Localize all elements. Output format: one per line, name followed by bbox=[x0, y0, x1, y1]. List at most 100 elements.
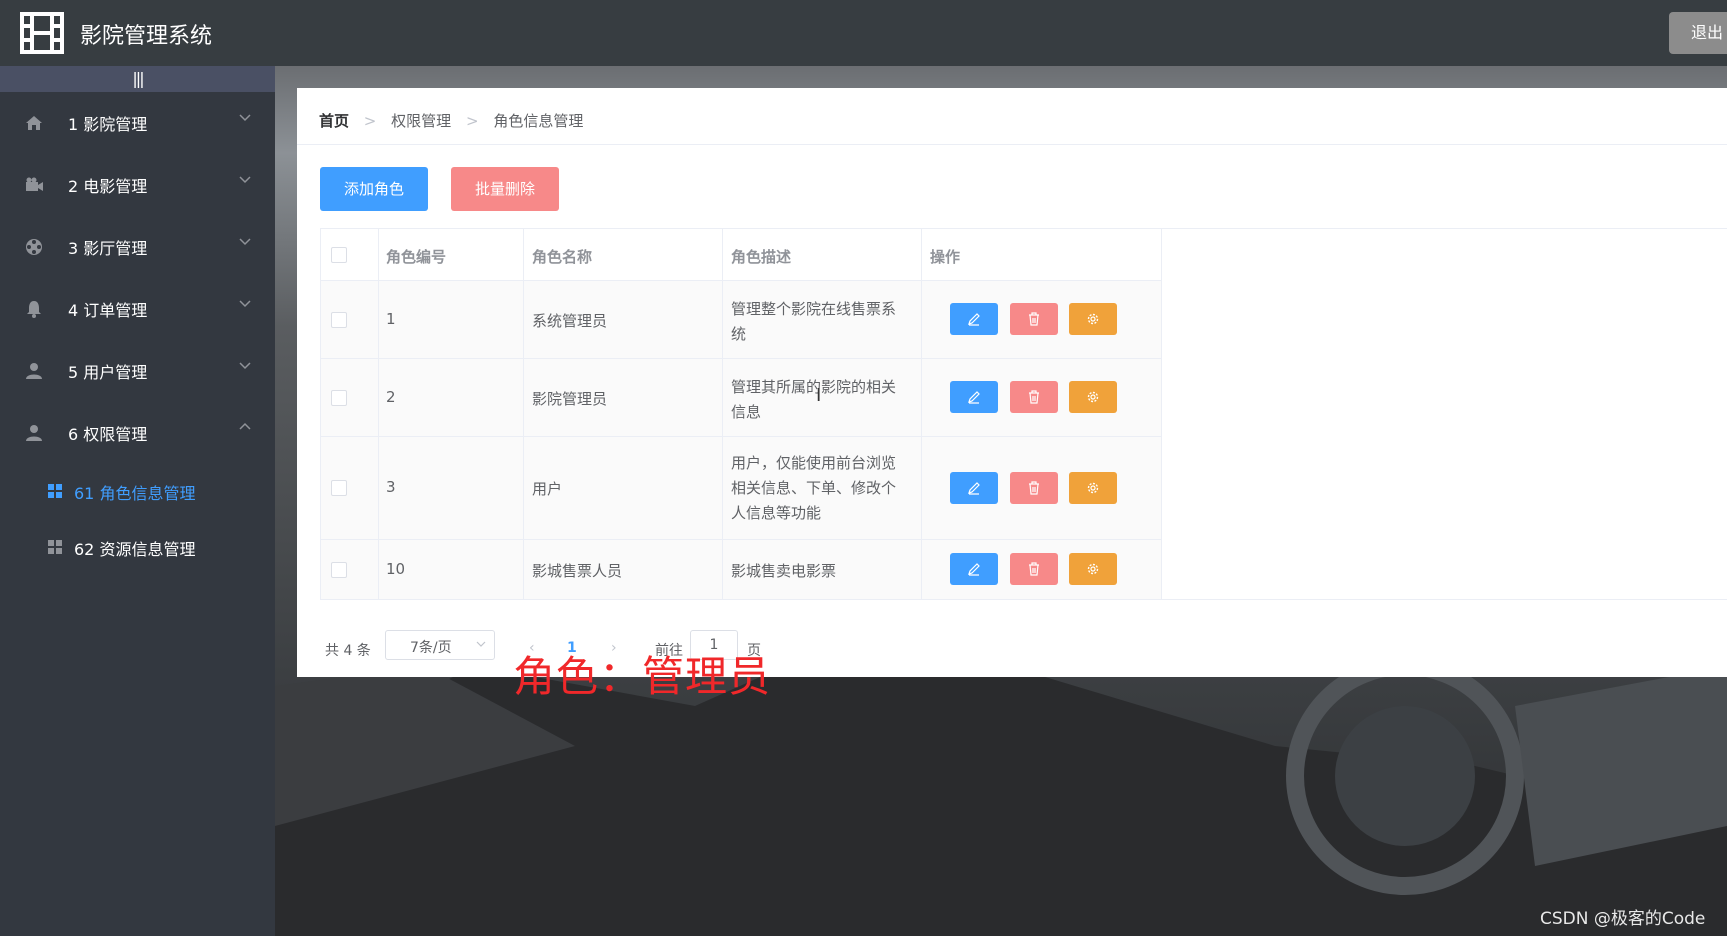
edit-icon bbox=[968, 313, 980, 326]
app-title: 影院管理系统 bbox=[80, 24, 213, 49]
cell-role-id: 2 bbox=[386, 388, 396, 406]
edit-icon bbox=[968, 391, 980, 404]
add-role-button[interactable]: 添加角色 bbox=[320, 167, 428, 211]
delete-button[interactable] bbox=[1010, 553, 1058, 585]
gear-icon bbox=[1087, 563, 1099, 575]
chevron-down-icon bbox=[239, 300, 251, 308]
edit-button[interactable] bbox=[950, 553, 998, 585]
row-checkbox[interactable] bbox=[331, 312, 347, 328]
header-role-name[interactable]: 角色名称 bbox=[532, 246, 592, 267]
sidebar-item-label: 3 影厅管理 bbox=[68, 239, 148, 258]
pagination-total: 共 4 条 bbox=[325, 643, 371, 659]
row-checkbox[interactable] bbox=[331, 562, 347, 578]
sidebar-item-label: 2 电影管理 bbox=[68, 177, 148, 196]
page-size-select[interactable]: 7条/页 bbox=[385, 630, 495, 660]
cell-role-desc: 管理其所属的影院的相关 信息 bbox=[731, 375, 896, 425]
settings-button[interactable] bbox=[1069, 472, 1117, 504]
trash-icon bbox=[1029, 390, 1039, 404]
settings-button[interactable] bbox=[1069, 553, 1117, 585]
header-divider bbox=[297, 144, 1727, 145]
delete-button[interactable] bbox=[1010, 303, 1058, 335]
sidebar-subitem-label: 62 资源信息管理 bbox=[74, 540, 196, 559]
cell-role-id: 3 bbox=[386, 478, 396, 496]
sidebar-item-label: 1 影院管理 bbox=[68, 115, 148, 134]
cell-role-name: 系统管理员 bbox=[532, 312, 608, 330]
desc-line: 影城售卖电影票 bbox=[731, 562, 837, 580]
settings-button[interactable] bbox=[1069, 303, 1117, 335]
breadcrumb-current: 角色信息管理 bbox=[493, 112, 584, 130]
text-cursor-icon: I bbox=[816, 385, 822, 406]
cell-role-id: 1 bbox=[386, 310, 396, 328]
overlay-caption: 角色：管理员 bbox=[513, 652, 772, 701]
table-bottom-border bbox=[320, 599, 1727, 600]
logout-button[interactable]: 退出 bbox=[1669, 12, 1727, 54]
sidebar-item-label: 4 订单管理 bbox=[68, 301, 148, 320]
select-all-checkbox[interactable] bbox=[331, 247, 347, 263]
edit-button[interactable] bbox=[950, 381, 998, 413]
sidebar-item-cinema[interactable]: 1 影院管理 bbox=[0, 92, 275, 154]
gear-icon bbox=[1087, 482, 1099, 494]
trash-icon bbox=[1029, 562, 1039, 576]
column-divider bbox=[722, 228, 723, 600]
trash-icon bbox=[1029, 312, 1039, 326]
cell-role-name: 影院管理员 bbox=[532, 390, 608, 408]
sidebar-subitem-role-info[interactable]: 61 角色信息管理 bbox=[0, 464, 275, 520]
column-divider bbox=[523, 228, 524, 600]
home-icon bbox=[26, 116, 42, 130]
sidebar-item-label: 5 用户管理 bbox=[68, 363, 148, 382]
table-top-border bbox=[320, 228, 1727, 229]
header-role-id[interactable]: 角色编号 bbox=[386, 246, 446, 267]
edit-button[interactable] bbox=[950, 472, 998, 504]
sidebar-subitem-resource-info[interactable]: 62 资源信息管理 bbox=[0, 520, 275, 576]
column-divider bbox=[921, 228, 922, 600]
header-role-desc[interactable]: 角色描述 bbox=[731, 246, 791, 267]
main-panel: 首页 > 权限管理 > 角色信息管理 添加角色 批量删除 角色编号 角色名称 角… bbox=[297, 88, 1727, 677]
column-divider bbox=[1161, 228, 1162, 600]
film-reel-icon bbox=[26, 239, 42, 255]
sidebar-item-user[interactable]: 5 用户管理 bbox=[0, 340, 275, 402]
edit-icon bbox=[968, 482, 980, 495]
breadcrumb-home[interactable]: 首页 bbox=[319, 112, 349, 130]
sidebar: ||| 1 影院管理 2 电影管理 3 影厅管理 4 订单管理 5 用户管理 6… bbox=[0, 66, 275, 936]
table-left-border bbox=[320, 228, 321, 600]
settings-button[interactable] bbox=[1069, 381, 1117, 413]
cell-role-name: 用户 bbox=[532, 480, 563, 498]
camera-icon bbox=[26, 177, 43, 191]
sidebar-subitem-label: 61 角色信息管理 bbox=[74, 484, 196, 503]
sidebar-item-label: 6 权限管理 bbox=[68, 425, 148, 444]
batch-delete-button[interactable]: 批量删除 bbox=[451, 167, 559, 211]
desc-line: 相关信息、下单、修改个 bbox=[731, 479, 897, 497]
top-bar: 影院管理系统 退出 bbox=[0, 0, 1727, 66]
table-header: 角色编号 角色名称 角色描述 操作 bbox=[320, 228, 1161, 281]
row-checkbox[interactable] bbox=[331, 390, 347, 406]
chevron-down-icon bbox=[239, 176, 251, 184]
edit-button[interactable] bbox=[950, 303, 998, 335]
bell-icon bbox=[27, 301, 41, 318]
breadcrumb-permission[interactable]: 权限管理 bbox=[391, 112, 451, 130]
desc-line: 信息 bbox=[731, 403, 762, 421]
gear-icon bbox=[1087, 391, 1099, 403]
watermark: CSDN @极客的Code bbox=[1540, 909, 1706, 929]
sidebar-item-movie[interactable]: 2 电影管理 bbox=[0, 154, 275, 216]
edit-icon bbox=[968, 563, 980, 576]
delete-button[interactable] bbox=[1010, 381, 1058, 413]
sidebar-item-hall[interactable]: 3 影厅管理 bbox=[0, 216, 275, 278]
cell-role-name: 影城售票人员 bbox=[532, 562, 623, 580]
page-size-value: 7条/页 bbox=[410, 640, 452, 656]
user-icon bbox=[26, 363, 42, 379]
grid-icon bbox=[48, 540, 62, 554]
chevron-down-icon bbox=[239, 114, 251, 122]
breadcrumb-separator-icon: > bbox=[363, 112, 377, 130]
chevron-down-icon bbox=[476, 641, 486, 647]
sidebar-item-order[interactable]: 4 订单管理 bbox=[0, 278, 275, 340]
sidebar-item-permission[interactable]: 6 权限管理 bbox=[0, 402, 275, 464]
cell-role-desc: 用户，仅能使用前台浏览 相关信息、下单、修改个 人信息等功能 bbox=[731, 451, 896, 526]
desc-line: 人信息等功能 bbox=[731, 504, 822, 522]
sidebar-collapse-toggle[interactable]: ||| bbox=[0, 66, 275, 92]
user-icon bbox=[26, 425, 42, 441]
row-checkbox[interactable] bbox=[331, 480, 347, 496]
column-divider bbox=[378, 228, 379, 600]
chevron-down-icon bbox=[239, 238, 251, 246]
delete-button[interactable] bbox=[1010, 472, 1058, 504]
chevron-down-icon bbox=[239, 362, 251, 370]
